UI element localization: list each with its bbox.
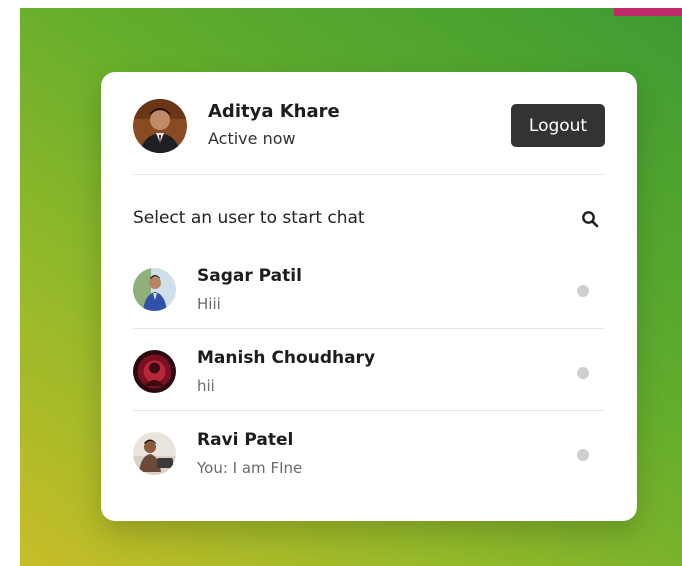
user-name: Manish Choudhary: [197, 348, 376, 368]
offline-status-dot: [577, 285, 589, 297]
header-divider: [133, 174, 605, 175]
current-user-status: Active now: [208, 129, 296, 148]
current-user-avatar: [133, 99, 187, 153]
user-list-item[interactable]: Sagar Patil Hiii: [133, 247, 605, 329]
last-message: Hiii: [197, 295, 221, 313]
logout-button[interactable]: Logout: [511, 104, 605, 147]
last-message: You: I am FIne: [197, 459, 303, 477]
current-user-name: Aditya Khare: [208, 101, 340, 122]
corner-accent: [614, 8, 682, 16]
user-avatar: [133, 432, 176, 475]
user-avatar: [133, 350, 176, 393]
user-list-item[interactable]: Ravi Patel You: I am FIne: [133, 411, 605, 493]
search-prompt: Select an user to start chat: [133, 208, 365, 228]
offline-status-dot: [577, 367, 589, 379]
chat-users-card: Aditya Khare Active now Logout Select an…: [101, 72, 637, 521]
last-message: hii: [197, 377, 215, 395]
current-user-header: Aditya Khare Active now Logout: [133, 99, 605, 153]
user-list-item[interactable]: Manish Choudhary hii: [133, 329, 605, 411]
search-bar: Select an user to start chat: [133, 204, 605, 234]
search-icon[interactable]: [575, 204, 605, 234]
user-name: Ravi Patel: [197, 430, 294, 450]
user-avatar: [133, 268, 176, 311]
page-background: Aditya Khare Active now Logout Select an…: [20, 8, 682, 566]
user-name: Sagar Patil: [197, 266, 302, 286]
offline-status-dot: [577, 449, 589, 461]
